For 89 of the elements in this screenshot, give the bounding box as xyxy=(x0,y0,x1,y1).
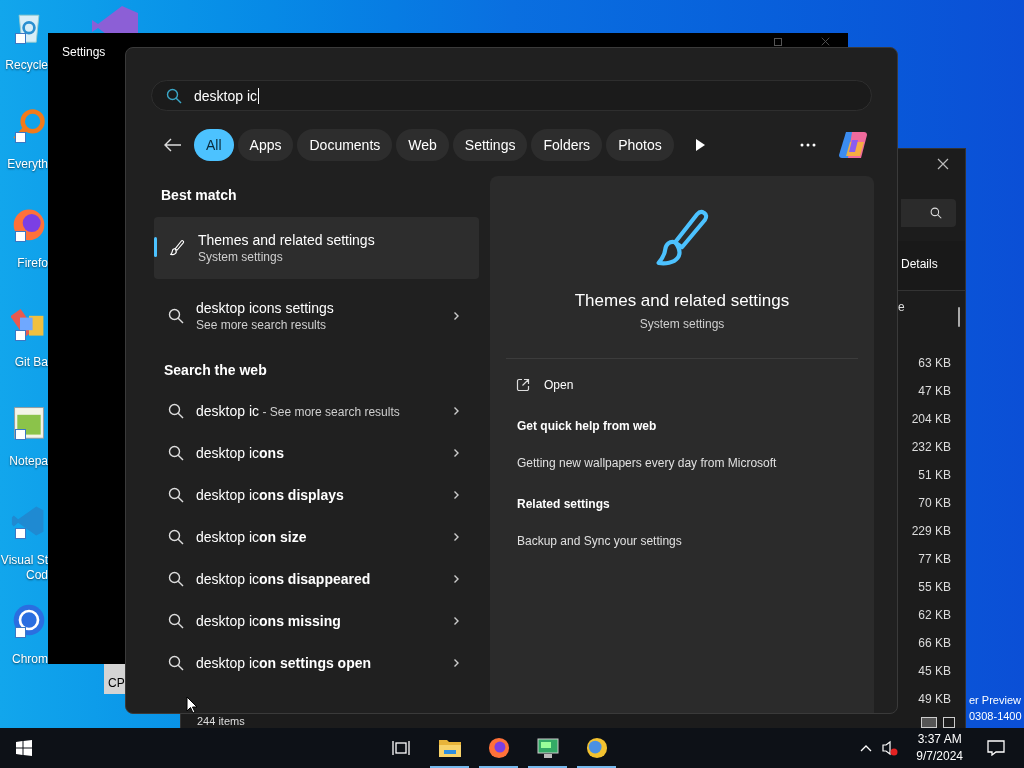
file-size: 63 KB xyxy=(918,355,951,372)
chevron-icon xyxy=(451,406,461,416)
folder-icon[interactable] xyxy=(437,737,462,759)
search-icon xyxy=(168,403,184,419)
firefox-icon[interactable] xyxy=(486,737,511,759)
list-view-icon[interactable] xyxy=(921,717,937,728)
task-view-button[interactable] xyxy=(392,740,410,756)
search-icon xyxy=(168,529,184,545)
search-field[interactable] xyxy=(901,199,956,227)
notepad-icon[interactable] xyxy=(11,404,47,440)
search-icon xyxy=(168,655,184,671)
filter-tab[interactable]: Web xyxy=(396,129,449,161)
search-icon xyxy=(166,87,182,104)
copilot-icon[interactable] xyxy=(838,130,870,160)
web-result[interactable]: desktop icons displays xyxy=(154,474,479,516)
filter-tab[interactable]: Documents xyxy=(297,129,393,161)
more-options-icon[interactable] xyxy=(800,143,816,147)
column-header[interactable]: e xyxy=(898,298,905,316)
search-box[interactable]: desktop ic xyxy=(151,80,872,111)
filter-tab[interactable]: All xyxy=(194,129,234,161)
back-button[interactable] xyxy=(164,138,182,152)
monitor-icon[interactable] xyxy=(535,737,560,759)
search-icon xyxy=(168,571,184,587)
build-info-text: 0308-1400 xyxy=(969,709,1022,724)
open-button[interactable]: Open xyxy=(516,377,574,393)
result-title: Themes and related settings xyxy=(574,290,790,312)
file-size: 51 KB xyxy=(918,467,951,484)
chevron-icon xyxy=(451,658,461,668)
web-result[interactable]: desktop icon size xyxy=(154,516,479,558)
file-size: 62 KB xyxy=(918,607,951,624)
web-result[interactable]: desktop icons missing xyxy=(154,600,479,642)
result-subtitle: System settings xyxy=(639,316,725,332)
web-result[interactable]: desktop icons xyxy=(154,432,479,474)
search-icon xyxy=(168,487,184,503)
build-info-text: er Preview xyxy=(969,693,1021,708)
file-size: 66 KB xyxy=(918,635,951,652)
section-heading: Related settings xyxy=(517,496,611,512)
volume-muted-icon[interactable] xyxy=(882,740,899,756)
file-size: 55 KB xyxy=(918,579,951,596)
browser-icon[interactable] xyxy=(584,737,609,759)
settings-link[interactable]: Backup and Sync your settings xyxy=(517,533,682,549)
web-result[interactable]: desktop icons disappeared xyxy=(154,558,479,600)
filter-tab[interactable]: Settings xyxy=(452,129,528,161)
chevron-up-icon[interactable] xyxy=(860,744,873,752)
chevron-icon xyxy=(451,532,461,542)
open-external-icon xyxy=(516,378,530,392)
window-text: CP xyxy=(108,676,125,690)
filter-tab[interactable]: Photos xyxy=(606,129,674,161)
clock[interactable]: 3:37 AM 9/7/2024 xyxy=(912,731,967,765)
best-match-item[interactable]: Themes and related settings System settings xyxy=(154,217,479,279)
maximize-icon[interactable] xyxy=(774,38,782,46)
web-result[interactable]: desktop icon settings open xyxy=(154,642,479,684)
search-icon xyxy=(930,207,942,219)
search-icon xyxy=(168,445,184,461)
file-size: 232 KB xyxy=(911,439,951,456)
chevron-icon xyxy=(451,311,461,321)
chevron-icon xyxy=(451,616,461,626)
cursor-icon xyxy=(186,696,198,714)
filter-tab[interactable]: Folders xyxy=(531,129,603,161)
magnifier-icon[interactable] xyxy=(11,107,47,143)
notification-icon[interactable] xyxy=(987,740,1005,756)
chevron-icon xyxy=(451,490,461,500)
brush-icon xyxy=(168,238,186,258)
help-link[interactable]: Getting new wallpapers every day from Microsoft xyxy=(517,455,777,471)
chevron-icon xyxy=(451,574,461,584)
search-icon xyxy=(168,613,184,629)
section-heading: Search the web xyxy=(163,361,268,379)
file-size: 45 KB xyxy=(918,663,951,680)
play-icon[interactable] xyxy=(693,138,706,152)
section-heading: Best match xyxy=(160,186,238,203)
search-icon xyxy=(168,308,184,324)
filter-tab[interactable]: Apps xyxy=(237,129,294,161)
web-result[interactable]: desktop ic - See more search results xyxy=(154,390,479,432)
window-title: Settings xyxy=(62,44,106,61)
status-text: 244 items xyxy=(197,715,245,727)
file-size: 229 KB xyxy=(911,523,951,540)
scrollbar-thumb[interactable] xyxy=(958,307,960,327)
file-size: 49 KB xyxy=(918,691,951,708)
file-size: 47 KB xyxy=(918,383,951,400)
file-size: 204 KB xyxy=(911,411,951,428)
start-button[interactable] xyxy=(16,740,32,756)
chevron-icon xyxy=(451,448,461,458)
section-heading: Get quick help from web xyxy=(517,418,658,434)
search-suggestion[interactable]: desktop icons settings See more search results xyxy=(154,297,479,335)
close-icon[interactable] xyxy=(937,158,949,170)
file-size: 77 KB xyxy=(918,551,951,568)
file-size: 70 KB xyxy=(918,495,951,512)
tiles-view-icon[interactable] xyxy=(943,717,955,728)
toolbar-button[interactable]: Details xyxy=(901,255,938,273)
